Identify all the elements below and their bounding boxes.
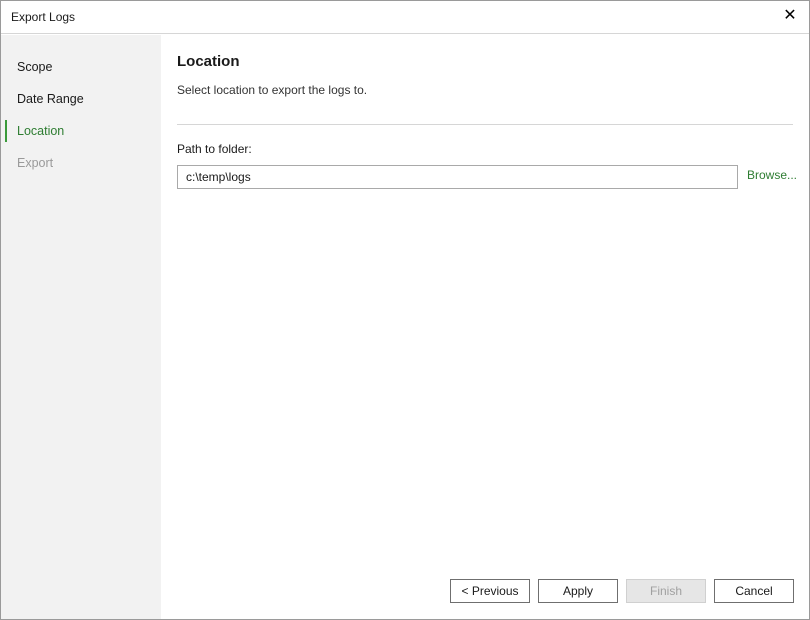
finish-button: Finish <box>626 579 706 603</box>
export-logs-dialog: Export Logs ✕ Scope Date Range Location … <box>0 0 810 620</box>
sidebar-item-date-range[interactable]: Date Range <box>1 87 161 111</box>
sidebar-item-label: Scope <box>17 60 53 74</box>
title-bar: Export Logs ✕ <box>1 1 809 34</box>
sidebar-item-label: Location <box>17 124 65 138</box>
cancel-button[interactable]: Cancel <box>714 579 794 603</box>
path-input[interactable] <box>177 165 738 189</box>
sidebar-item-export: Export <box>1 151 161 175</box>
path-label: Path to folder: <box>177 142 252 156</box>
previous-button[interactable]: < Previous <box>450 579 530 603</box>
page-title: Location <box>177 53 240 70</box>
sidebar-item-location[interactable]: Location <box>1 119 161 143</box>
sidebar-item-scope[interactable]: Scope <box>1 55 161 79</box>
sidebar-item-label: Export <box>17 156 54 170</box>
window-title: Export Logs <box>11 10 76 24</box>
browse-link[interactable]: Browse... <box>747 168 797 182</box>
close-icon[interactable]: ✕ <box>779 5 801 27</box>
wizard-sidebar: Scope Date Range Location Export <box>1 35 161 619</box>
apply-button[interactable]: Apply <box>538 579 618 603</box>
sidebar-item-label: Date Range <box>17 92 84 106</box>
divider <box>177 124 793 125</box>
page-description: Select location to export the logs to. <box>177 83 368 97</box>
main-content: Location Select location to export the l… <box>161 35 809 619</box>
